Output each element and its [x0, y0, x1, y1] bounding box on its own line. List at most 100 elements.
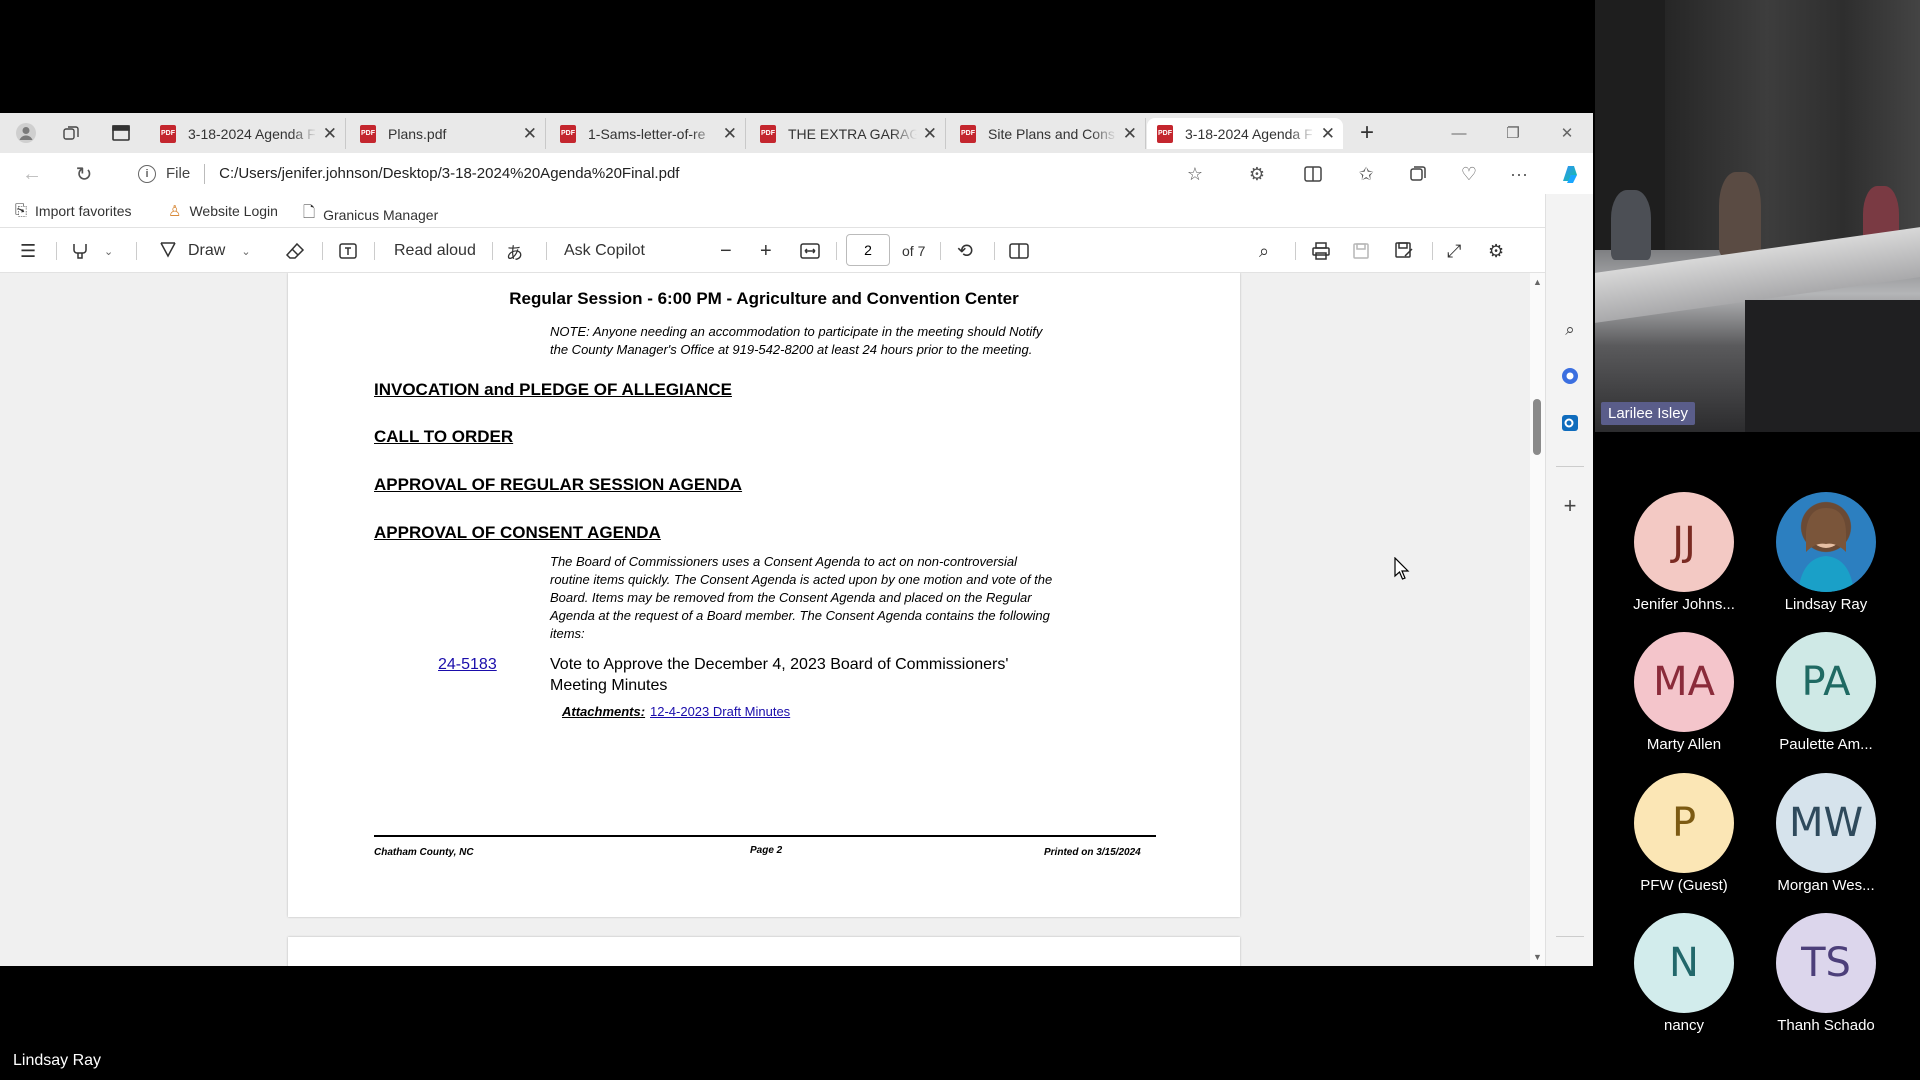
workspaces-icon[interactable]	[58, 121, 84, 145]
note-line-1: NOTE: Anyone needing an accommodation to…	[550, 324, 1043, 339]
tab-letter[interactable]: PDF 1-Sams-letter-of-re ✕	[550, 118, 746, 149]
page-total: of 7	[902, 243, 926, 259]
eraser-icon[interactable]	[285, 239, 305, 263]
divider	[836, 242, 837, 260]
chevron-down-icon[interactable]: ⌄	[241, 245, 250, 258]
participant-tile[interactable]: Lindsay Ray	[1748, 492, 1888, 622]
participant-tile[interactable]: PA Paulette Am...	[1748, 632, 1888, 762]
copilot-icon[interactable]	[1557, 162, 1583, 186]
fullscreen-icon[interactable]: ⤢	[1447, 239, 1461, 263]
participant-tile[interactable]: TS Thanh Schado	[1748, 913, 1888, 1043]
favorite-granicus[interactable]: 🗋 Granicus Manager	[303, 202, 438, 227]
close-icon[interactable]: ✕	[923, 124, 937, 144]
participant-tile[interactable]: MA Marty Allen	[1606, 632, 1746, 762]
close-icon[interactable]: ✕	[1321, 124, 1335, 144]
participant-name: nancy	[1663, 1017, 1705, 1034]
item-number-link[interactable]: 24-5183	[438, 656, 497, 674]
extensions-icon[interactable]: ⚙	[1244, 162, 1270, 186]
active-speaker-label: Lindsay Ray	[13, 1052, 102, 1069]
highlight-icon[interactable]	[70, 239, 90, 263]
vertical-tabs-icon[interactable]	[108, 121, 134, 145]
attachment-link[interactable]: 12-4-2023 Draft Minutes	[650, 704, 790, 719]
translate-icon[interactable]: あ	[506, 239, 523, 263]
ask-copilot-button[interactable]: Ask Copilot	[564, 239, 645, 263]
scroll-down-icon[interactable]: ▼	[1533, 952, 1542, 962]
item-title-line-2: Meeting Minutes	[550, 677, 668, 694]
favorites-icon[interactable]: ✩	[1353, 162, 1379, 186]
rotate-icon[interactable]: ⟲	[957, 239, 973, 263]
settings-icon[interactable]: ⚙	[1488, 239, 1504, 263]
zoom-out-icon[interactable]: −	[720, 239, 732, 263]
page-view-icon[interactable]	[1009, 239, 1029, 263]
pdf-viewer[interactable]: Regular Session - 6:00 PM - Agriculture …	[0, 273, 1530, 966]
read-aloud-button[interactable]: Read aloud	[394, 239, 476, 263]
favorite-import[interactable]: ⎘ Import favorites	[15, 202, 132, 219]
close-icon[interactable]: ✕	[723, 124, 737, 144]
fit-width-icon[interactable]	[800, 239, 820, 263]
speaker-video[interactable]: Larilee Isley	[1595, 0, 1920, 432]
zoom-in-icon[interactable]: +	[760, 239, 772, 263]
minimize-icon[interactable]: —	[1444, 121, 1474, 145]
divider	[1432, 242, 1433, 260]
back-icon[interactable]: ←	[19, 162, 45, 186]
window-close-icon[interactable]: ✕	[1552, 121, 1582, 145]
divider	[136, 242, 137, 260]
address-bar[interactable]: i File C:/Users/jenifer.johnson/Desktop/…	[120, 157, 1192, 190]
browser-essentials-icon[interactable]: ♡	[1456, 162, 1482, 186]
sidebar-search-icon[interactable]: ⌕	[1558, 318, 1582, 342]
collections-icon[interactable]	[1405, 162, 1431, 186]
participant-tile[interactable]: P PFW (Guest)	[1606, 773, 1746, 903]
favorite-star-icon[interactable]: ☆	[1182, 162, 1208, 186]
session-title: Regular Session - 6:00 PM - Agriculture …	[509, 289, 1019, 308]
text-box-icon[interactable]	[338, 239, 358, 263]
chevron-down-icon[interactable]: ⌄	[104, 239, 113, 263]
divider	[204, 163, 206, 184]
close-icon[interactable]: ✕	[323, 124, 337, 144]
split-screen-icon[interactable]	[1300, 162, 1326, 186]
tab-extra-garage[interactable]: PDF THE EXTRA GARAGE ✕	[750, 118, 946, 149]
info-icon[interactable]: i	[138, 164, 156, 183]
sidebar-discover-icon[interactable]	[1558, 364, 1582, 388]
scroll-up-icon[interactable]: ▲	[1533, 277, 1542, 287]
person-icon: ♙	[168, 203, 182, 220]
section-approval-regular: APPROVAL OF REGULAR SESSION AGENDA	[374, 475, 743, 494]
refresh-icon[interactable]: ↻	[71, 162, 97, 186]
page-number-input[interactable]	[846, 234, 890, 266]
avatar: PA	[1776, 632, 1876, 732]
note-line-2: the County Manager's Office at 919-542-8…	[550, 342, 1033, 357]
restore-icon[interactable]: ❐	[1498, 121, 1528, 145]
close-icon[interactable]: ✕	[1123, 124, 1137, 144]
search-icon[interactable]: ⌕	[1259, 239, 1269, 263]
avatar: N	[1634, 913, 1734, 1013]
url-text[interactable]: C:/Users/jenifer.johnson/Desktop/3-18-20…	[219, 165, 679, 182]
contents-icon[interactable]: ☰	[20, 239, 36, 263]
divider	[546, 242, 547, 260]
profile-icon[interactable]	[13, 121, 39, 145]
tab-plans[interactable]: PDF Plans.pdf ✕	[350, 118, 546, 149]
favorite-website-login[interactable]: ♙ Website Login	[168, 202, 278, 220]
divider	[56, 242, 57, 260]
print-icon[interactable]	[1311, 239, 1331, 263]
draw-tool[interactable]: Draw ⌄	[158, 239, 251, 263]
participant-tile[interactable]: JJ Jenifer Johns...	[1606, 492, 1746, 622]
new-tab-icon[interactable]: +	[1354, 119, 1380, 146]
tab-site-plans[interactable]: PDF Site Plans and Cons ✕	[950, 118, 1146, 149]
participant-tile[interactable]: N nancy	[1606, 913, 1746, 1043]
section-invocation: INVOCATION and PLEDGE OF ALLEGIANCE	[374, 380, 732, 399]
vertical-scrollbar[interactable]: ▲ ▼	[1530, 273, 1545, 966]
participant-name: Paulette Am...	[1779, 736, 1873, 753]
scrollbar-thumb[interactable]	[1533, 399, 1541, 455]
save-as-icon[interactable]	[1394, 239, 1414, 263]
sidebar-add-icon[interactable]: +	[1558, 493, 1582, 518]
read-aloud-label: Read aloud	[394, 242, 476, 259]
person-silhouette	[1611, 190, 1651, 260]
save-icon[interactable]	[1352, 239, 1370, 263]
tab-agenda-1[interactable]: PDF 3-18-2024 Agenda F ✕	[150, 118, 346, 149]
sidebar-outlook-icon[interactable]	[1558, 411, 1582, 435]
tab-agenda-active[interactable]: PDF 3-18-2024 Agenda F ✕	[1147, 118, 1343, 149]
tab-bar: PDF 3-18-2024 Agenda F ✕ PDF Plans.pdf ✕…	[0, 113, 1593, 153]
more-options-icon[interactable]: ···	[1506, 162, 1532, 186]
close-icon[interactable]: ✕	[523, 124, 537, 144]
participant-tile[interactable]: MW Morgan Wes...	[1748, 773, 1888, 903]
pdf-page-next	[288, 937, 1240, 966]
